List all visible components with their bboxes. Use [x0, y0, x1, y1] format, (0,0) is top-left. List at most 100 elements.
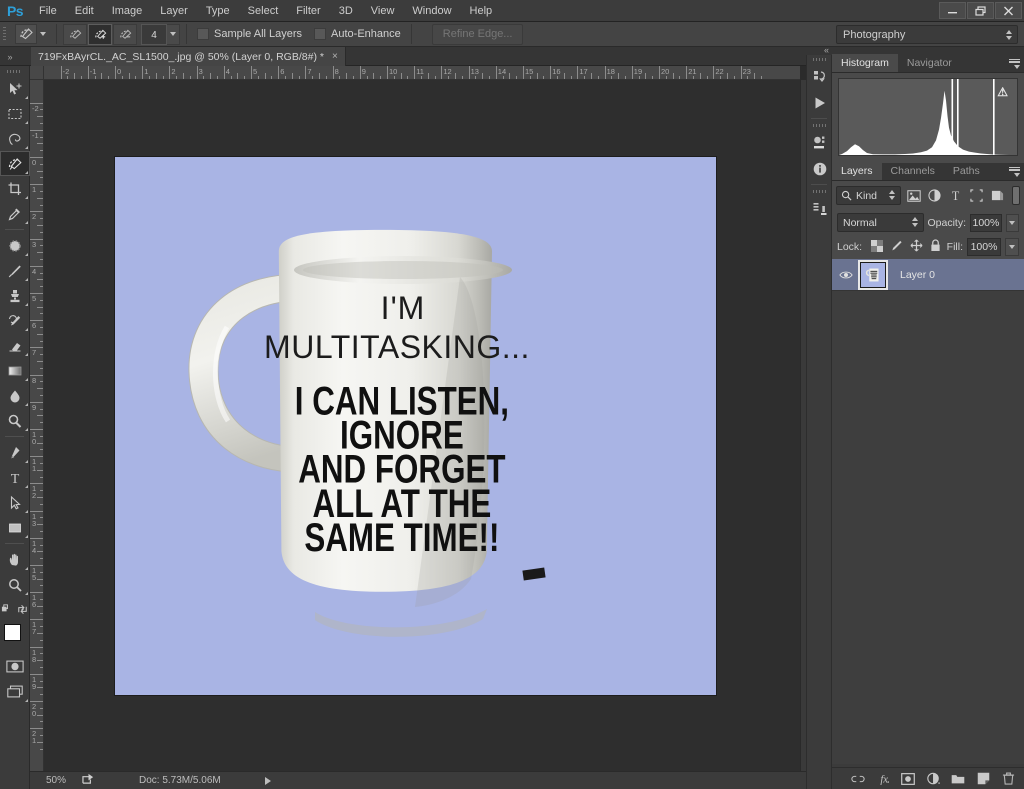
- sample-all-layers-option[interactable]: Sample All Layers: [197, 28, 302, 40]
- opacity-value[interactable]: 100%: [970, 213, 1002, 232]
- crop-tool[interactable]: [0, 176, 30, 201]
- foreground-color-swatch[interactable]: [4, 624, 21, 641]
- close-button[interactable]: [995, 2, 1022, 19]
- menu-select[interactable]: Select: [239, 0, 288, 22]
- zoom-level[interactable]: 50%: [30, 775, 74, 786]
- menu-file[interactable]: File: [30, 0, 66, 22]
- histogram-cache-warning-icon[interactable]: ⚠: [997, 85, 1008, 99]
- mini-bridge-icon[interactable]: [807, 196, 833, 222]
- actions-play-icon[interactable]: [807, 90, 833, 116]
- dock-expand-icon[interactable]: «: [824, 45, 829, 55]
- status-bar-menu-arrow-icon[interactable]: [264, 776, 271, 785]
- menu-type[interactable]: Type: [197, 0, 239, 22]
- filter-shape-icon[interactable]: [968, 186, 985, 205]
- blend-mode-select[interactable]: Normal: [837, 213, 924, 232]
- eyedropper-tool[interactable]: [0, 201, 30, 226]
- document-size-info[interactable]: Doc: 5.73M/5.06M: [139, 775, 221, 786]
- add-layer-mask-icon[interactable]: [901, 772, 915, 786]
- artboard[interactable]: I'M MULTITASKING... I CAN LISTEN, IGNORE…: [115, 157, 716, 695]
- add-to-selection-button[interactable]: [88, 23, 112, 45]
- delete-layer-icon[interactable]: [1001, 772, 1015, 786]
- options-bar-grip[interactable]: [0, 22, 9, 47]
- restore-button[interactable]: [967, 2, 994, 19]
- layer-list[interactable]: Layer 0: [832, 259, 1024, 764]
- clone-stamp-tool[interactable]: [0, 283, 30, 308]
- lock-all-icon[interactable]: [930, 239, 941, 255]
- mini-dock-grip-2[interactable]: [807, 121, 831, 130]
- opacity-dropdown-button[interactable]: [1005, 213, 1019, 232]
- rectangular-marquee-tool[interactable]: [0, 101, 30, 126]
- brush-tool[interactable]: [0, 258, 30, 283]
- filter-type-icon[interactable]: T: [947, 186, 964, 205]
- fill-value[interactable]: 100%: [967, 238, 1001, 256]
- zoom-tool[interactable]: [0, 572, 30, 597]
- tab-bar-collapse-icon[interactable]: »: [2, 49, 18, 64]
- path-selection-tool[interactable]: [0, 490, 30, 515]
- dodge-tool[interactable]: [0, 408, 30, 433]
- layers-panel-menu-icon[interactable]: [1008, 167, 1020, 177]
- filter-adjustment-icon[interactable]: [926, 186, 943, 205]
- lock-position-icon[interactable]: [910, 239, 923, 255]
- close-document-icon[interactable]: ×: [332, 51, 338, 62]
- gradient-tool[interactable]: [0, 358, 30, 383]
- change-screen-mode[interactable]: [0, 679, 30, 704]
- lasso-tool[interactable]: [0, 126, 30, 151]
- layer-thumbnail[interactable]: [858, 259, 888, 290]
- new-group-icon[interactable]: [951, 772, 965, 786]
- new-selection-button[interactable]: [63, 23, 87, 45]
- rectangle-tool[interactable]: [0, 515, 30, 540]
- filter-pixel-icon[interactable]: [905, 186, 922, 205]
- layer-visibility-toggle[interactable]: [836, 270, 856, 280]
- extra-tools-button[interactable]: [0, 597, 30, 622]
- menu-filter[interactable]: Filter: [287, 0, 329, 22]
- share-icon[interactable]: [82, 773, 95, 788]
- fill-dropdown-button[interactable]: [1005, 238, 1019, 256]
- quick-selection-tool[interactable]: [0, 151, 30, 176]
- link-layers-icon[interactable]: [851, 772, 865, 786]
- menu-image[interactable]: Image: [103, 0, 152, 22]
- histogram-graph[interactable]: ⚠: [838, 78, 1018, 156]
- info-panel-icon[interactable]: [807, 156, 833, 182]
- filter-smart-object-icon[interactable]: [989, 186, 1006, 205]
- refine-edge-button[interactable]: Refine Edge...: [431, 23, 524, 45]
- blur-tool[interactable]: [0, 383, 30, 408]
- auto-enhance-checkbox[interactable]: [314, 28, 327, 40]
- lock-transparent-pixels-icon[interactable]: [871, 239, 884, 255]
- tab-layers[interactable]: Layers: [832, 162, 882, 180]
- adjustments-panel-icon[interactable]: [807, 130, 833, 156]
- ruler-corner[interactable]: [30, 66, 44, 80]
- eraser-tool[interactable]: [0, 333, 30, 358]
- brush-size-field[interactable]: · 4: [141, 23, 180, 45]
- sample-all-layers-checkbox[interactable]: [197, 28, 209, 40]
- mini-dock-grip-3[interactable]: [807, 187, 831, 196]
- hand-tool[interactable]: [0, 547, 30, 572]
- horizontal-type-tool[interactable]: T: [0, 465, 30, 490]
- minimize-button[interactable]: [939, 2, 966, 19]
- tools-panel-grip[interactable]: [0, 66, 29, 76]
- histogram-panel-menu-icon[interactable]: [1008, 59, 1020, 69]
- tab-channels[interactable]: Channels: [882, 162, 944, 180]
- menu-help[interactable]: Help: [461, 0, 502, 22]
- history-panel-icon[interactable]: [807, 64, 833, 90]
- menu-window[interactable]: Window: [403, 0, 460, 22]
- move-tool[interactable]: [0, 76, 30, 101]
- layer-name[interactable]: Layer 0: [900, 269, 935, 281]
- brush-size-dropdown-button[interactable]: [167, 23, 180, 45]
- table-row[interactable]: Layer 0: [832, 259, 1024, 291]
- brush-size-value[interactable]: · 4: [141, 23, 167, 45]
- lock-image-pixels-icon[interactable]: [890, 239, 903, 255]
- tab-paths[interactable]: Paths: [944, 162, 989, 180]
- menu-edit[interactable]: Edit: [66, 0, 103, 22]
- auto-enhance-option[interactable]: Auto-Enhance: [314, 28, 401, 40]
- layer-filter-toggle[interactable]: [1011, 186, 1021, 205]
- spot-healing-brush-tool[interactable]: [0, 233, 30, 258]
- tool-preset-picker[interactable]: [9, 24, 50, 44]
- menu-layer[interactable]: Layer: [151, 0, 197, 22]
- document-tab[interactable]: 719FxBAyrCL._AC_SL1500_.jpg @ 50% (Layer…: [31, 47, 346, 66]
- canvas-area[interactable]: I'M MULTITASKING... I CAN LISTEN, IGNORE…: [44, 80, 800, 771]
- subtract-from-selection-button[interactable]: [113, 23, 137, 45]
- tab-navigator[interactable]: Navigator: [898, 54, 961, 72]
- edit-in-quick-mask-mode[interactable]: [0, 654, 30, 679]
- new-layer-icon[interactable]: [976, 772, 990, 786]
- history-brush-tool[interactable]: [0, 308, 30, 333]
